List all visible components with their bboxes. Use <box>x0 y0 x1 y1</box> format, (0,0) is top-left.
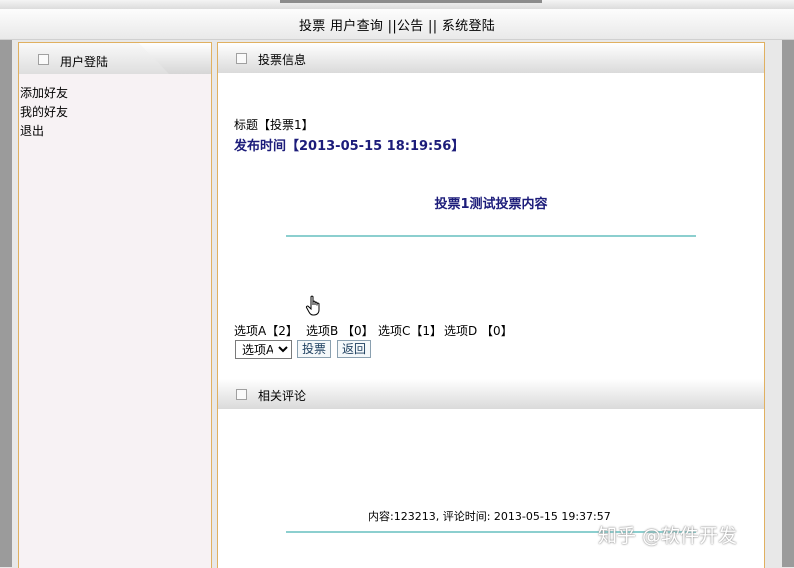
option-a-count: 选项A【2】 <box>234 324 298 338</box>
nav-vote-link[interactable]: 投票 <box>299 19 326 34</box>
content-divider <box>286 235 696 237</box>
nav-links: 投票 用户查询 ||公告 || 系统登陆 <box>0 15 794 34</box>
nav-system-login-link[interactable]: 系统登陆 <box>442 19 495 34</box>
nav-separator: || <box>383 19 397 34</box>
option-b-count: 选项B 【0】 <box>306 324 374 338</box>
hand-cursor-icon <box>305 295 320 316</box>
vote-content: 投票1测试投票内容 <box>434 197 548 212</box>
watermark: 知乎 @软件开发 <box>598 525 738 547</box>
comment-item: 内容:123213, 评论时间: 2013-05-15 19:37:57 <box>368 510 611 523</box>
sidebar: 用户登陆 添加好友 我的好友 退出 <box>18 42 212 568</box>
sidebar-item-logout[interactable]: 退出 <box>20 122 44 139</box>
comments-title: 相关评论 <box>258 389 307 403</box>
top-strip <box>0 0 794 9</box>
back-button[interactable]: 返回 <box>337 340 372 358</box>
vote-title: 标题【投票1】 <box>234 118 314 132</box>
nav-announcement-link[interactable]: 公告 <box>397 19 424 34</box>
sidebar-item-add-friend[interactable]: 添加好友 <box>20 84 68 101</box>
vote-info-title: 投票信息 <box>258 53 307 67</box>
checkbox-icon <box>236 389 247 400</box>
sidebar-item-my-friends[interactable]: 我的好友 <box>20 103 68 120</box>
nav-separator: || <box>423 19 442 34</box>
option-d-count: 选项D 【0】 <box>444 324 513 338</box>
checkbox-icon <box>38 54 49 65</box>
left-gutter <box>0 40 12 567</box>
main-content: 投票信息 标题【投票1】 发布时间【2013-05-15 18:19:56】 投… <box>217 42 765 568</box>
nav-user-query-link[interactable]: 用户查询 <box>330 19 383 34</box>
sidebar-title: 用户登陆 <box>60 55 109 69</box>
option-select[interactable]: 选项A <box>235 340 292 359</box>
publish-time: 发布时间【2013-05-15 18:19:56】 <box>234 139 465 154</box>
sidebar-header: 用户登陆 <box>19 43 211 74</box>
checkbox-icon <box>236 53 247 64</box>
top-navigation: 投票 用户查询 ||公告 || 系统登陆 <box>0 9 794 40</box>
vote-button[interactable]: 投票 <box>297 340 332 358</box>
vote-info-header: 投票信息 <box>218 43 764 73</box>
option-c-count: 选项C【1】 <box>378 324 443 338</box>
top-dark-strip <box>280 0 542 3</box>
right-gutter <box>782 40 794 567</box>
comments-header: 相关评论 <box>218 379 764 409</box>
